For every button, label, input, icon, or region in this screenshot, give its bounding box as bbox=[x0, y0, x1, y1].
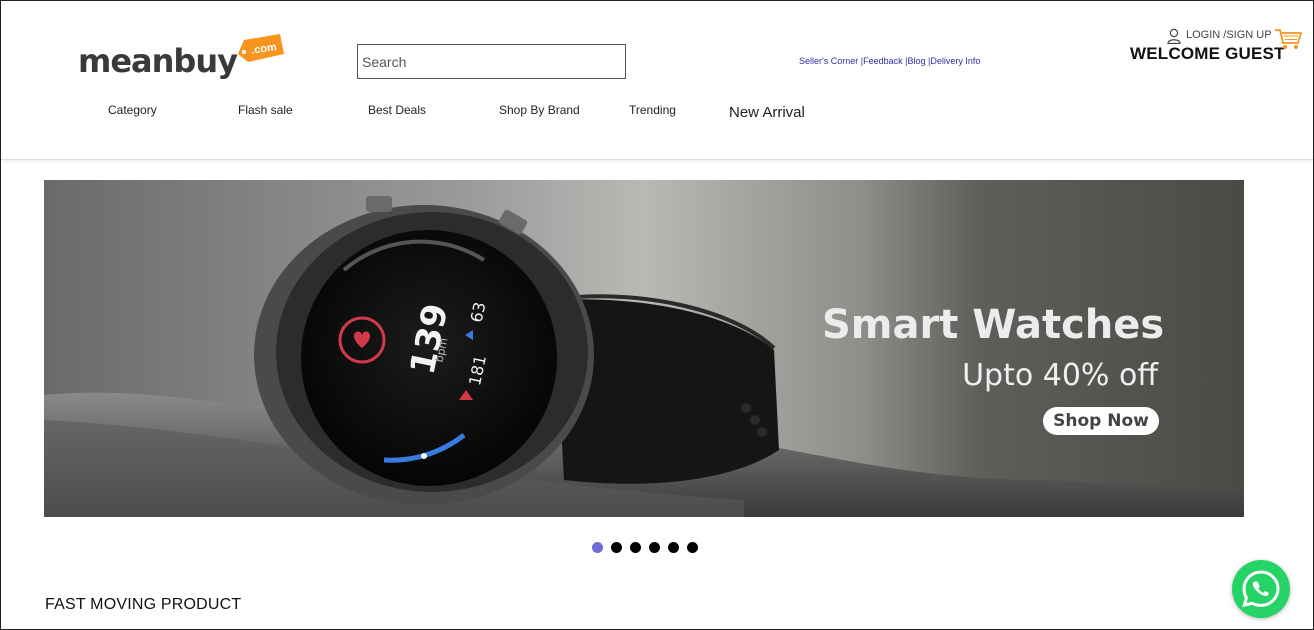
nav-trending[interactable]: Trending bbox=[629, 103, 676, 117]
hero-banner[interactable]: 139 bpm 181 63 Smart Watches Upto 40% of… bbox=[44, 180, 1244, 517]
whatsapp-icon bbox=[1242, 570, 1280, 608]
delivery-info-link[interactable]: Delivery Info bbox=[930, 56, 980, 66]
carousel-dot-2[interactable] bbox=[611, 542, 622, 553]
carousel-dot-1[interactable] bbox=[592, 542, 603, 553]
search-input[interactable] bbox=[357, 44, 626, 79]
account-area: LOGIN /SIGN UP bbox=[1166, 28, 1274, 44]
nav-best-deals[interactable]: Best Deals bbox=[368, 103, 426, 117]
welcome-guest-text: WELCOME GUEST bbox=[1130, 44, 1285, 63]
cart-icon[interactable] bbox=[1274, 27, 1302, 51]
carousel-dot-5[interactable] bbox=[668, 542, 679, 553]
carousel-dot-6[interactable] bbox=[687, 542, 698, 553]
logo-text: meanbuy bbox=[78, 42, 238, 80]
nav-category[interactable]: Category bbox=[108, 103, 157, 117]
sellers-corner-link[interactable]: Seller's Corner bbox=[799, 56, 858, 66]
banner-subtitle: Upto 40% off bbox=[962, 358, 1158, 393]
fast-moving-product-heading: FAST MOVING PRODUCT bbox=[45, 596, 242, 613]
feedback-link[interactable]: Feedback bbox=[863, 56, 903, 66]
nav-new-arrival[interactable]: New Arrival bbox=[729, 104, 805, 121]
whatsapp-button[interactable] bbox=[1232, 560, 1290, 618]
nav-flash-sale[interactable]: Flash sale bbox=[238, 103, 293, 117]
price-tag-icon: .com bbox=[238, 34, 284, 62]
site-logo[interactable]: meanbuy .com bbox=[78, 32, 288, 84]
banner-background-image: 139 bpm 181 63 bbox=[44, 196, 1244, 517]
top-links: Seller's Corner |Feedback |Blog |Deliver… bbox=[799, 56, 980, 66]
blog-link[interactable]: Blog bbox=[907, 56, 925, 66]
login-signup-link[interactable]: LOGIN /SIGN UP bbox=[1186, 29, 1272, 41]
banner-title: Smart Watches bbox=[822, 302, 1165, 348]
shop-now-button[interactable]: Shop Now bbox=[1043, 407, 1159, 435]
carousel-dot-4[interactable] bbox=[649, 542, 660, 553]
user-icon bbox=[1167, 28, 1181, 44]
carousel-dot-3[interactable] bbox=[630, 542, 641, 553]
nav-shop-by-brand[interactable]: Shop By Brand bbox=[499, 103, 580, 117]
